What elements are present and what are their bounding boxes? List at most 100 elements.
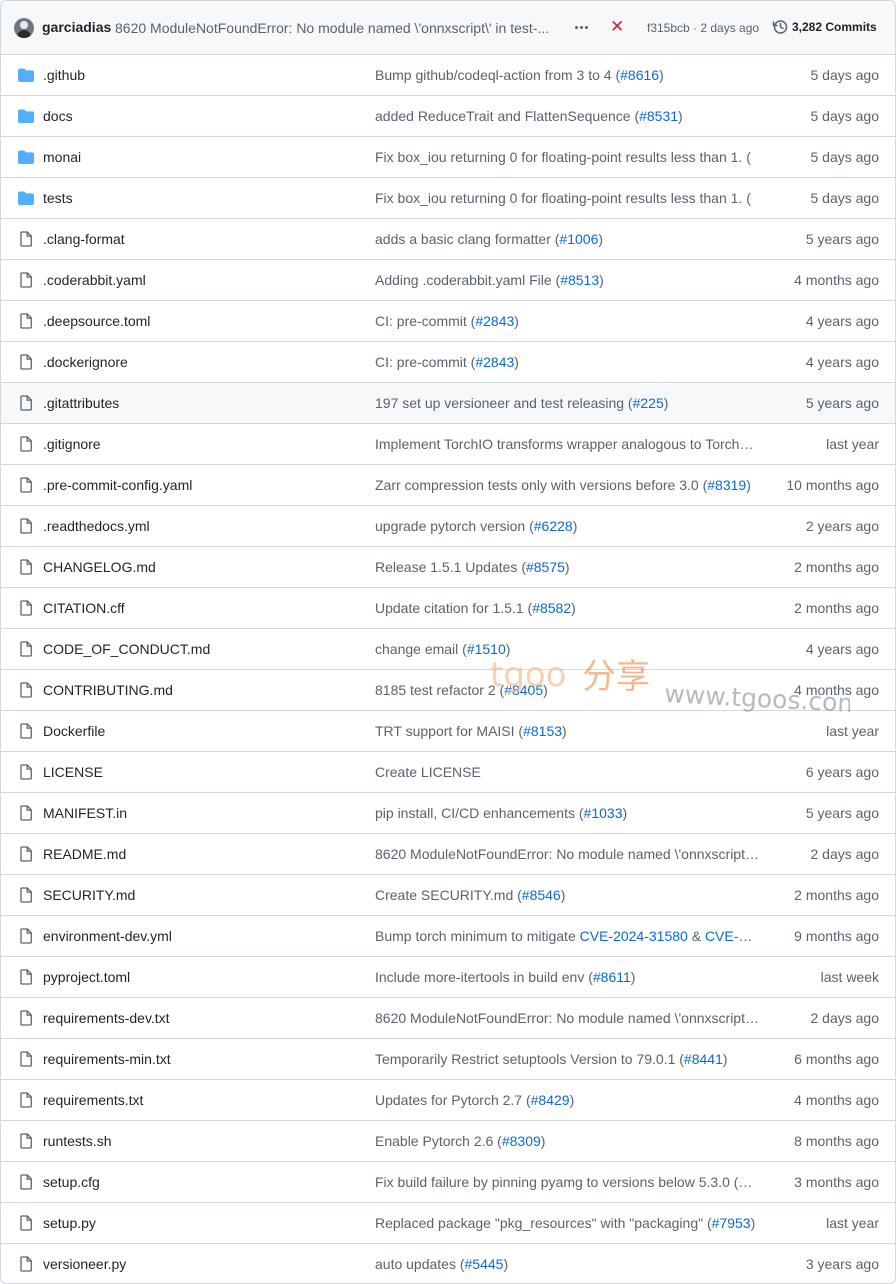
- file-name-link[interactable]: requirements-dev.txt: [43, 1010, 170, 1026]
- commit-author-link[interactable]: garciadias: [42, 19, 111, 35]
- file-name-link[interactable]: LICENSE: [43, 764, 103, 780]
- commit-age[interactable]: last year: [826, 436, 879, 452]
- file-name-link[interactable]: .readthedocs.yml: [43, 518, 150, 534]
- pr-link[interactable]: #8429: [531, 1092, 570, 1108]
- commit-message-link[interactable]: Fix box_iou returning 0 for floating-poi…: [375, 149, 759, 165]
- file-name-link[interactable]: Dockerfile: [43, 723, 105, 739]
- commit-message-link[interactable]: Implement TorchIO transforms wrapper ana…: [375, 436, 759, 452]
- pr-link[interactable]: #1510: [467, 641, 506, 657]
- commit-age[interactable]: 2 years ago: [806, 518, 879, 534]
- x-icon[interactable]: ✕: [610, 17, 624, 37]
- file-name-link[interactable]: .clang-format: [43, 231, 125, 247]
- pr-link[interactable]: #8309: [502, 1133, 541, 1149]
- pr-link[interactable]: #8405: [504, 682, 543, 698]
- pr-link[interactable]: CVE-2024-31580: [580, 928, 688, 944]
- commit-message-text[interactable]: CI: pre-commit (: [375, 354, 475, 370]
- commit-message-link[interactable]: 197 set up versioneer and test releasing…: [375, 395, 759, 411]
- pr-link[interactable]: #5445: [465, 1256, 504, 1272]
- pr-link[interactable]: #8319: [707, 477, 746, 493]
- commit-message-link[interactable]: Create SECURITY.md (#8546): [375, 887, 759, 903]
- pr-link[interactable]: #2843: [475, 354, 514, 370]
- commit-message-link[interactable]: Bump torch minimum to mitigate CVE-2024-…: [375, 928, 759, 944]
- expand-commit-button[interactable]: [570, 18, 592, 36]
- pr-link[interactable]: #1006: [559, 231, 598, 247]
- commit-message-link[interactable]: Zarr compression tests only with version…: [375, 477, 759, 493]
- commit-message-text[interactable]: 8620 ModuleNotFoundError: No module name…: [375, 1010, 759, 1026]
- file-name-link[interactable]: setup.py: [43, 1215, 96, 1231]
- commit-message-text[interactable]: 197 set up versioneer and test releasing…: [375, 395, 633, 411]
- commit-message-link[interactable]: adds a basic clang formatter (#1006): [375, 231, 759, 247]
- commit-message-text[interactable]: TRT support for MAISI (: [375, 723, 523, 739]
- commit-message-text[interactable]: Bump torch minimum to mitigate: [375, 928, 580, 944]
- commit-message-text[interactable]: 8620 ModuleNotFoundError: No module name…: [375, 846, 759, 862]
- commit-age[interactable]: 4 months ago: [794, 1092, 879, 1108]
- commit-age[interactable]: 4 years ago: [806, 641, 879, 657]
- commit-age[interactable]: last year: [826, 723, 879, 739]
- pr-link[interactable]: #7953: [712, 1215, 751, 1231]
- commit-age[interactable]: 4 months ago: [794, 272, 879, 288]
- pr-link[interactable]: #8575: [526, 559, 565, 575]
- pr-link[interactable]: #8153: [523, 723, 562, 739]
- latest-commit-message[interactable]: 8620 ModuleNotFoundError: No module name…: [115, 20, 559, 36]
- commit-age[interactable]: 10 months ago: [786, 477, 879, 493]
- file-name-link[interactable]: monai: [43, 149, 81, 165]
- pr-link[interactable]: #2843: [475, 313, 514, 329]
- commit-message-link[interactable]: Enable Pytorch 2.6 (#8309): [375, 1133, 759, 1149]
- file-name-link[interactable]: .coderabbit.yaml: [43, 272, 146, 288]
- commit-age[interactable]: 8 months ago: [794, 1133, 879, 1149]
- file-name-link[interactable]: versioneer.py: [43, 1256, 126, 1272]
- file-name-link[interactable]: requirements-min.txt: [43, 1051, 171, 1067]
- commit-message-link[interactable]: change email (#1510): [375, 641, 759, 657]
- commit-message-link[interactable]: Fix build failure by pinning pyamg to ve…: [375, 1174, 759, 1190]
- commit-age[interactable]: 2 days ago: [811, 1010, 880, 1026]
- file-name-link[interactable]: .github: [43, 67, 85, 83]
- commit-message-text[interactable]: Updates for Pytorch 2.7 (: [375, 1092, 531, 1108]
- commit-message-text[interactable]: Fix build failure by pinning pyamg to ve…: [375, 1174, 752, 1190]
- commit-message-text[interactable]: CI: pre-commit (: [375, 313, 475, 329]
- commit-message-link[interactable]: Adding .coderabbit.yaml File (#8513): [375, 272, 759, 288]
- commit-message-text[interactable]: auto updates (: [375, 1256, 465, 1272]
- commit-age[interactable]: 2 months ago: [794, 887, 879, 903]
- file-name-link[interactable]: CONTRIBUTING.md: [43, 682, 173, 698]
- file-name-link[interactable]: environment-dev.yml: [43, 928, 172, 944]
- file-name-link[interactable]: docs: [43, 108, 73, 124]
- commit-message-link[interactable]: TRT support for MAISI (#8153): [375, 723, 759, 739]
- commit-message-text[interactable]: Enable Pytorch 2.6 (: [375, 1133, 502, 1149]
- commit-message-link[interactable]: Update citation for 1.5.1 (#8582): [375, 600, 759, 616]
- commit-age[interactable]: 5 days ago: [811, 149, 880, 165]
- pr-link[interactable]: #8531: [639, 108, 678, 124]
- commit-age[interactable]: 6 months ago: [794, 1051, 879, 1067]
- commit-age[interactable]: 4 years ago: [806, 313, 879, 329]
- file-name-link[interactable]: .deepsource.toml: [43, 313, 150, 329]
- commits-history-link[interactable]: 3,282 Commits: [772, 19, 877, 35]
- file-name-link[interactable]: SECURITY.md: [43, 887, 135, 903]
- commit-message-link[interactable]: upgrade pytorch version (#6228): [375, 518, 759, 534]
- commit-message-text[interactable]: Create SECURITY.md (: [375, 887, 522, 903]
- commit-age[interactable]: 3 years ago: [806, 1256, 879, 1272]
- cve-link[interactable]: CVE-2024-31583: [705, 928, 759, 944]
- commit-message-link[interactable]: pip install, CI/CD enhancements (#1033): [375, 805, 759, 821]
- file-name-link[interactable]: README.md: [43, 846, 126, 862]
- commit-message-text[interactable]: added ReduceTrait and FlattenSequence (: [375, 108, 639, 124]
- commit-message-link[interactable]: Updates for Pytorch 2.7 (#8429): [375, 1092, 759, 1108]
- file-name-link[interactable]: pyproject.toml: [43, 969, 130, 985]
- commit-message-text[interactable]: change email (: [375, 641, 467, 657]
- commit-message-text[interactable]: Fix box_iou returning 0 for floating-poi…: [375, 190, 751, 206]
- pr-link[interactable]: #225: [633, 395, 664, 411]
- commit-age[interactable]: 5 days ago: [811, 190, 880, 206]
- file-name-link[interactable]: runtests.sh: [43, 1133, 111, 1149]
- commit-age[interactable]: 4 years ago: [806, 354, 879, 370]
- commit-message-link[interactable]: Create LICENSE: [375, 764, 759, 780]
- file-name-link[interactable]: tests: [43, 190, 73, 206]
- commit-message-text[interactable]: adds a basic clang formatter (: [375, 231, 559, 247]
- commit-age[interactable]: 3 months ago: [794, 1174, 879, 1190]
- pr-link[interactable]: #8611: [593, 969, 631, 985]
- commit-message-link[interactable]: 8620 ModuleNotFoundError: No module name…: [375, 846, 759, 862]
- file-name-link[interactable]: .pre-commit-config.yaml: [43, 477, 192, 493]
- commit-message-link[interactable]: Fix box_iou returning 0 for floating-poi…: [375, 190, 759, 206]
- pr-link[interactable]: #6228: [534, 518, 573, 534]
- commit-message-text[interactable]: Temporarily Restrict setuptools Version …: [375, 1051, 684, 1067]
- file-name-link[interactable]: .dockerignore: [43, 354, 128, 370]
- commit-message-link[interactable]: Replaced package "pkg_resources" with "p…: [375, 1215, 759, 1231]
- pr-link[interactable]: #8546: [522, 887, 561, 903]
